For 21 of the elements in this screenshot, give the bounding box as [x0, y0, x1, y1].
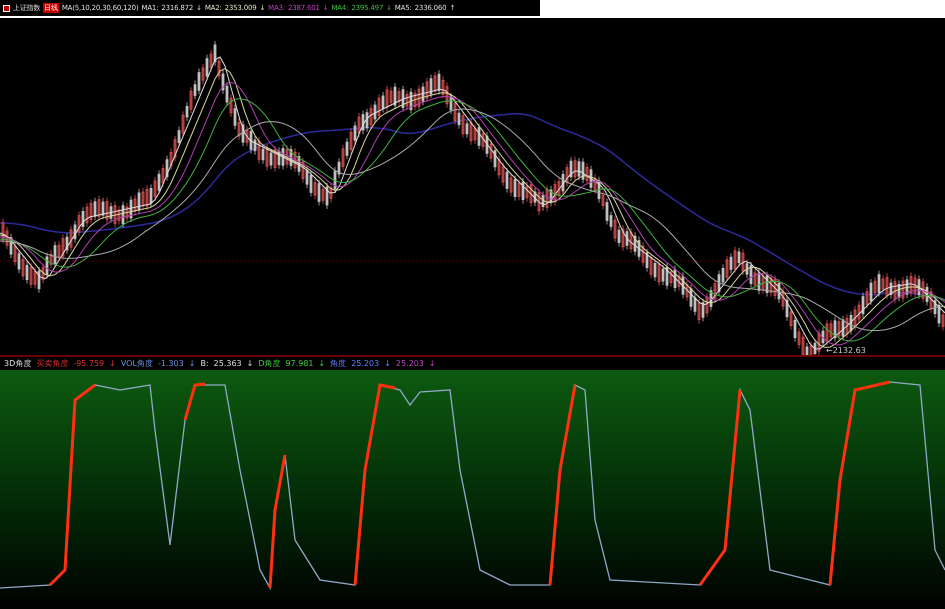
- low-price-label: ←2132.63: [826, 346, 866, 356]
- indicator-value: -1.303: [158, 359, 184, 368]
- trend-arrow: ↓: [428, 359, 436, 368]
- indicator-title: 3D角度: [4, 358, 32, 370]
- indicator-label: 买卖角度: [36, 358, 68, 370]
- indicator-value: 25.203: [351, 359, 380, 368]
- trend-arrow: ↓: [109, 359, 116, 368]
- trend-arrow: ↓: [384, 359, 391, 368]
- trend-arrow: ↓: [246, 359, 254, 368]
- indicator-label: 角度: [330, 358, 346, 370]
- trend-arrow: ↓: [188, 359, 196, 368]
- trend-arrow: ↓: [318, 359, 326, 368]
- indicator-value: -95.759: [73, 359, 104, 368]
- square-icon: [3, 4, 10, 12]
- rising-angle-segment: [184, 382, 206, 420]
- indicator-value: 97.981: [286, 359, 314, 368]
- indicator-label: B:: [200, 359, 209, 368]
- indicator-label: VOL角度: [120, 358, 153, 370]
- indicator-label: D角度: [258, 358, 280, 370]
- indicator-value: 25.203: [396, 359, 424, 368]
- indicator-value: 25.363: [214, 359, 242, 368]
